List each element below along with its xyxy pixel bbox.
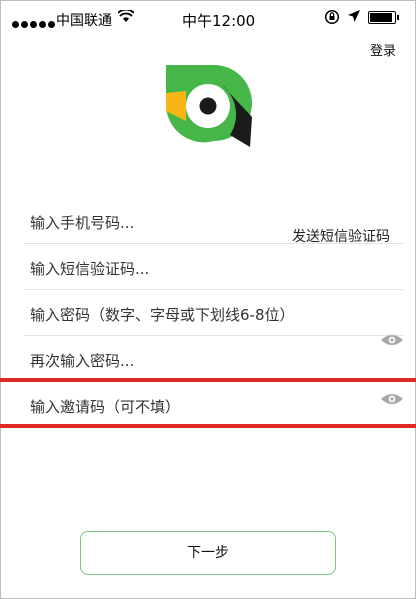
app-logo	[164, 63, 254, 153]
password-input[interactable]: 输入密码（数字、字母或下划线6-8位）	[30, 304, 295, 325]
wifi-icon	[117, 8, 135, 27]
carrier-label: 中国联通	[56, 13, 112, 29]
signal-icon	[12, 16, 57, 32]
divider	[24, 335, 404, 336]
highlight-line-bottom	[0, 424, 416, 428]
phone-input[interactable]: 输入手机号码...	[30, 212, 134, 233]
next-button[interactable]: 下一步	[80, 531, 336, 575]
rotation-lock-icon	[324, 9, 340, 29]
confirm-password-input[interactable]: 再次输入密码...	[30, 350, 134, 371]
invite-code-input[interactable]: 输入邀请码（可不填）	[30, 396, 180, 417]
clock: 中午12:00	[182, 12, 256, 30]
send-sms-code-button[interactable]: 发送短信验证码	[292, 226, 390, 246]
confirm-password-field[interactable]: 再次输入密码...	[24, 338, 404, 382]
divider	[24, 289, 404, 290]
sms-code-field[interactable]: 输入短信验证码...	[24, 246, 404, 290]
highlight-line-top	[0, 378, 416, 382]
password-field[interactable]: 输入密码（数字、字母或下划线6-8位）	[24, 292, 404, 336]
login-link[interactable]: 登录	[370, 40, 396, 59]
invite-code-field[interactable]: 输入邀请码（可不填）	[24, 384, 404, 428]
eye-icon[interactable]	[380, 391, 404, 405]
sms-code-input[interactable]: 输入短信验证码...	[30, 258, 149, 279]
status-bar: 中国联通 中午12:00	[0, 0, 416, 38]
location-icon	[347, 9, 361, 27]
battery-icon	[368, 11, 399, 24]
